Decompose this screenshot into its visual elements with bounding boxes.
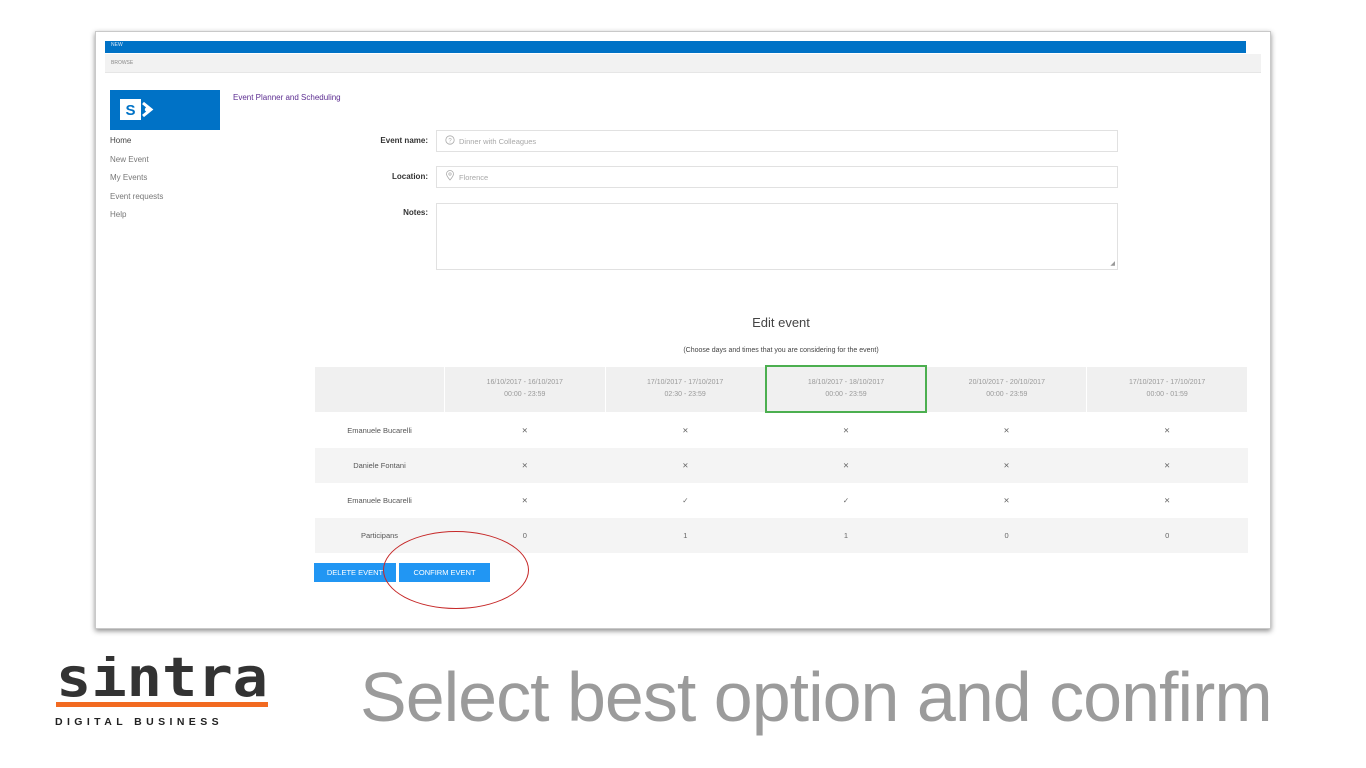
slide-headline: Select best option and confirm bbox=[360, 658, 1273, 736]
location-placeholder: Florence bbox=[459, 172, 489, 182]
suite-bar-label: NEW bbox=[111, 42, 123, 48]
date-option-1[interactable]: 16/10/2017 - 16/10/2017 00:00 - 23:59 bbox=[444, 365, 606, 413]
event-name-placeholder: Dinner with Colleagues bbox=[459, 136, 537, 146]
availability-mark: ✕ bbox=[842, 426, 850, 435]
schedule-grid: 16/10/2017 - 16/10/2017 00:00 - 23:59 17/… bbox=[314, 365, 1248, 553]
date-option-dates: 16/10/2017 - 16/10/2017 bbox=[486, 379, 563, 386]
availability-mark: ✕ bbox=[1003, 496, 1010, 505]
table-row: Emanuele Bucarelli ✕ ✕ ✕ ✕ ✕ bbox=[315, 412, 1248, 448]
nav-item-my-events[interactable]: My Events bbox=[110, 171, 163, 190]
date-option-3-selected[interactable]: 18/10/2017 - 18/10/2017 00:00 - 23:59 bbox=[764, 365, 928, 413]
edit-event-title: Edit event bbox=[752, 315, 810, 330]
date-option-dates: 17/10/2017 - 17/10/2017 bbox=[646, 379, 724, 386]
availability-mark: ✕ bbox=[521, 425, 528, 435]
date-option-dates: 18/10/2017 - 18/10/2017 bbox=[807, 379, 885, 386]
participant-count: 1 bbox=[765, 518, 927, 553]
availability-mark: ✕ bbox=[765, 448, 927, 483]
brand-tagline: DIGITAL BUSINESS bbox=[55, 716, 224, 728]
date-option-times: 00:00 - 23:59 bbox=[504, 391, 546, 398]
ribbon: BROWSE bbox=[105, 54, 1261, 73]
nav-item-help[interactable]: Help bbox=[110, 208, 163, 227]
availability-mark: ✕ bbox=[1086, 448, 1248, 483]
site-title[interactable]: Event Planner and Scheduling bbox=[233, 93, 341, 102]
notes-label: Notes: bbox=[403, 208, 428, 217]
nav-item-new-event[interactable]: New Event bbox=[110, 153, 163, 172]
svg-text:S: S bbox=[125, 102, 135, 119]
event-name-field[interactable]: ? Dinner with Colleagues bbox=[436, 130, 1118, 152]
availability-mark: ✓ bbox=[682, 496, 689, 505]
notes-textarea[interactable]: ◢ bbox=[436, 203, 1118, 270]
resize-grip-icon[interactable]: ◢ bbox=[1110, 260, 1115, 267]
event-name-label: Event name: bbox=[380, 136, 428, 145]
date-option-times: 00:00 - 23:59 bbox=[825, 391, 867, 398]
availability-mark: ✓ bbox=[842, 496, 850, 505]
date-option-4[interactable]: 20/10/2017 - 20/10/2017 00:00 - 23:59 bbox=[925, 365, 1088, 413]
date-option-2[interactable]: 17/10/2017 - 17/10/2017 02:30 - 23:59 bbox=[604, 365, 767, 413]
participant-count: 0 bbox=[926, 518, 1087, 553]
edit-event-subtitle: (Choose days and times that you are cons… bbox=[683, 347, 879, 354]
quick-launch-nav: Home New Event My Events Event requests … bbox=[110, 134, 163, 227]
suite-bar: NEW bbox=[105, 41, 1246, 53]
highlight-circle bbox=[383, 531, 529, 609]
ribbon-tab-browse[interactable]: BROWSE bbox=[111, 60, 133, 66]
location-label: Location: bbox=[392, 172, 428, 181]
question-circle-icon: ? bbox=[441, 132, 459, 150]
availability-mark: ✕ bbox=[521, 496, 528, 505]
attendee-name: Emanuele Bucarelli bbox=[347, 425, 412, 435]
grid-corner-cell bbox=[314, 365, 445, 413]
availability-mark: ✕ bbox=[1164, 496, 1171, 505]
availability-mark: ✕ bbox=[1164, 425, 1171, 435]
sintra-wordmark: sintra bbox=[56, 656, 268, 700]
participant-count: 1 bbox=[605, 518, 766, 553]
availability-mark: ✕ bbox=[682, 425, 689, 435]
availability-mark: ✕ bbox=[1003, 425, 1010, 435]
nav-item-event-requests[interactable]: Event requests bbox=[110, 190, 163, 209]
date-option-times: 00:00 - 01:59 bbox=[1146, 391, 1188, 398]
date-option-times: 02:30 - 23:59 bbox=[664, 391, 706, 398]
participant-count: 0 bbox=[1086, 518, 1248, 553]
map-pin-icon bbox=[441, 168, 459, 186]
screenshot-frame: NEW BROWSE S Event Planner and Schedulin… bbox=[95, 31, 1271, 629]
attendee-name: Daniele Fontani bbox=[314, 448, 445, 483]
location-field[interactable]: Florence bbox=[436, 166, 1118, 188]
date-option-dates: 20/10/2017 - 20/10/2017 bbox=[968, 379, 1045, 386]
date-option-times: 00:00 - 23:59 bbox=[986, 391, 1028, 398]
grid-header-row: 16/10/2017 - 16/10/2017 00:00 - 23:59 17/… bbox=[314, 365, 1248, 413]
table-row: Daniele Fontani ✕ ✕ ✕ ✕ ✕ bbox=[314, 448, 1248, 483]
sharepoint-logo[interactable]: S bbox=[110, 90, 220, 130]
sharepoint-logo-icon: S bbox=[120, 99, 154, 120]
availability-mark: ✕ bbox=[605, 448, 766, 483]
nav-item-home[interactable]: Home bbox=[110, 134, 163, 153]
attendee-name: Emanuele Bucarelli bbox=[347, 496, 412, 505]
date-option-dates: 17/10/2017 - 17/10/2017 bbox=[1129, 379, 1206, 386]
availability-mark: ✕ bbox=[926, 448, 1087, 483]
brand-bar bbox=[56, 702, 268, 707]
sintra-logo: sintra bbox=[56, 656, 268, 700]
table-row: Emanuele Bucarelli ✕ ✓ ✓ ✕ ✕ bbox=[315, 483, 1248, 518]
date-option-5[interactable]: 17/10/2017 - 17/10/2017 00:00 - 01:59 bbox=[1086, 365, 1248, 413]
availability-mark: ✕ bbox=[444, 448, 606, 483]
